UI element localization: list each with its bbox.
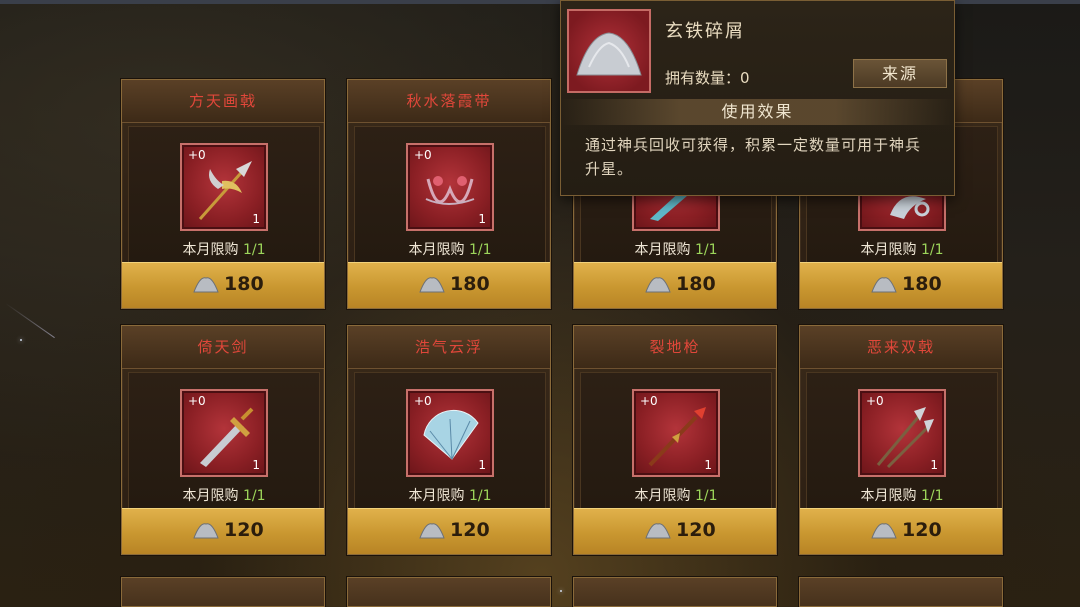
item-body: +0 1 本月限购 1/1 [806,372,998,512]
buy-button[interactable]: 180 [800,262,1002,308]
buy-button[interactable]: 180 [574,262,776,308]
iron-shard-icon [645,523,671,539]
item-body: +0 1 本月限购 1/1 [354,126,546,266]
purchase-limit: 本月限购 1/1 [634,488,718,504]
purchase-limit: 本月限购 1/1 [408,488,492,504]
shop-item-card[interactable] [121,577,325,607]
source-button[interactable]: 来源 [853,59,947,88]
iron-shard-icon [871,277,897,293]
item-name [800,578,1002,606]
purchase-limit: 本月限购 1/1 [182,488,266,504]
item-body: +0 1 本月限购 1/1 [580,372,772,512]
shop-item-card[interactable]: 方天画戟 +0 1 本月限购 1/1 180 [121,79,325,309]
buy-button[interactable]: 120 [800,508,1002,554]
spear-icon [648,407,706,467]
item-body: +0 1 本月限购 1/1 [354,372,546,512]
item-count: 1 [252,212,260,226]
iron-shard-pile-icon [576,32,642,76]
item-slot[interactable]: +0 1 [632,389,720,477]
buy-button[interactable]: 120 [122,508,324,554]
purchase-limit: 本月限购 1/1 [634,242,718,258]
item-body: +0 1 本月限购 1/1 [128,126,320,266]
item-name [122,578,324,606]
shop-item-card[interactable]: 秋水落霞带 +0 1 本月限购 1/1 180 [347,79,551,309]
price-value: 180 [902,273,942,295]
ribbon-icon [425,176,475,205]
item-slot[interactable]: +0 1 [858,389,946,477]
price-value: 180 [450,273,490,295]
shop-item-card[interactable]: 倚天剑 +0 1 本月限购 1/1 120 [121,325,325,555]
sword-icon [200,407,254,467]
price-value: 120 [450,519,490,541]
buy-button[interactable]: 120 [348,508,550,554]
shop-item-card[interactable]: 恶来双戟 +0 1 本月限购 1/1 120 [799,325,1003,555]
item-body: +0 1 本月限购 1/1 [128,372,320,512]
purchase-limit: 本月限购 1/1 [860,488,944,504]
effect-description: 通过神兵回收可获得，积累一定数量可用于神兵升星。 [585,136,922,178]
fan-icon [423,409,479,460]
iron-shard-icon [419,277,445,293]
shop-item-card[interactable] [799,577,1003,607]
item-name: 裂地枪 [574,326,776,369]
item-name: 秋水落霞带 [348,80,550,123]
shop-item-card[interactable] [347,577,551,607]
shop-item-card[interactable]: 浩气云浮 +0 1 本月限购 1/1 120 [347,325,551,555]
item-name: 倚天剑 [122,326,324,369]
star-decoration [560,590,562,592]
item-name [574,578,776,606]
star-decoration [20,339,22,341]
item-count: 1 [252,458,260,472]
effect-heading: 使用效果 [561,99,954,125]
purchase-limit: 本月限购 1/1 [860,242,944,258]
buy-button[interactable]: 120 [574,508,776,554]
item-name: 恶来双戟 [800,326,1002,369]
shop-item-card[interactable] [573,577,777,607]
iron-shard-icon [871,523,897,539]
halberd-icon [198,161,252,220]
item-slot[interactable]: +0 1 [406,143,494,231]
item-count: 1 [930,458,938,472]
item-name: 方天画戟 [122,80,324,123]
buy-button[interactable]: 180 [122,262,324,308]
purchase-limit: 本月限购 1/1 [408,242,492,258]
price-value: 180 [676,273,716,295]
item-slot[interactable]: +0 1 [406,389,494,477]
iron-shard-icon [645,277,671,293]
purchase-limit: 本月限购 1/1 [182,242,266,258]
iron-shard-icon [419,523,445,539]
price-value: 120 [902,519,942,541]
tooltip-item-slot [567,9,651,93]
item-name [348,578,550,606]
price-value: 120 [224,519,264,541]
item-slot[interactable]: +0 1 [180,143,268,231]
twin-halberd-icon [876,407,934,469]
shop-item-card[interactable]: 裂地枪 +0 1 本月限购 1/1 120 [573,325,777,555]
iron-shard-icon [193,277,219,293]
price-value: 180 [224,273,264,295]
item-name: 浩气云浮 [348,326,550,369]
item-count: 1 [478,458,486,472]
buy-button[interactable]: 180 [348,262,550,308]
item-tooltip: 玄铁碎屑 拥有数量：0 来源 使用效果 通过神兵回收可获得，积累一定数量可用于神… [560,0,955,196]
item-count: 1 [478,212,486,226]
price-value: 120 [676,519,716,541]
item-count: 1 [704,458,712,472]
iron-shard-icon [193,523,219,539]
item-slot[interactable]: +0 1 [180,389,268,477]
owned-quantity: 拥有数量：0 [665,69,750,87]
tooltip-item-name: 玄铁碎屑 [665,21,745,42]
streak-decoration [5,302,55,339]
